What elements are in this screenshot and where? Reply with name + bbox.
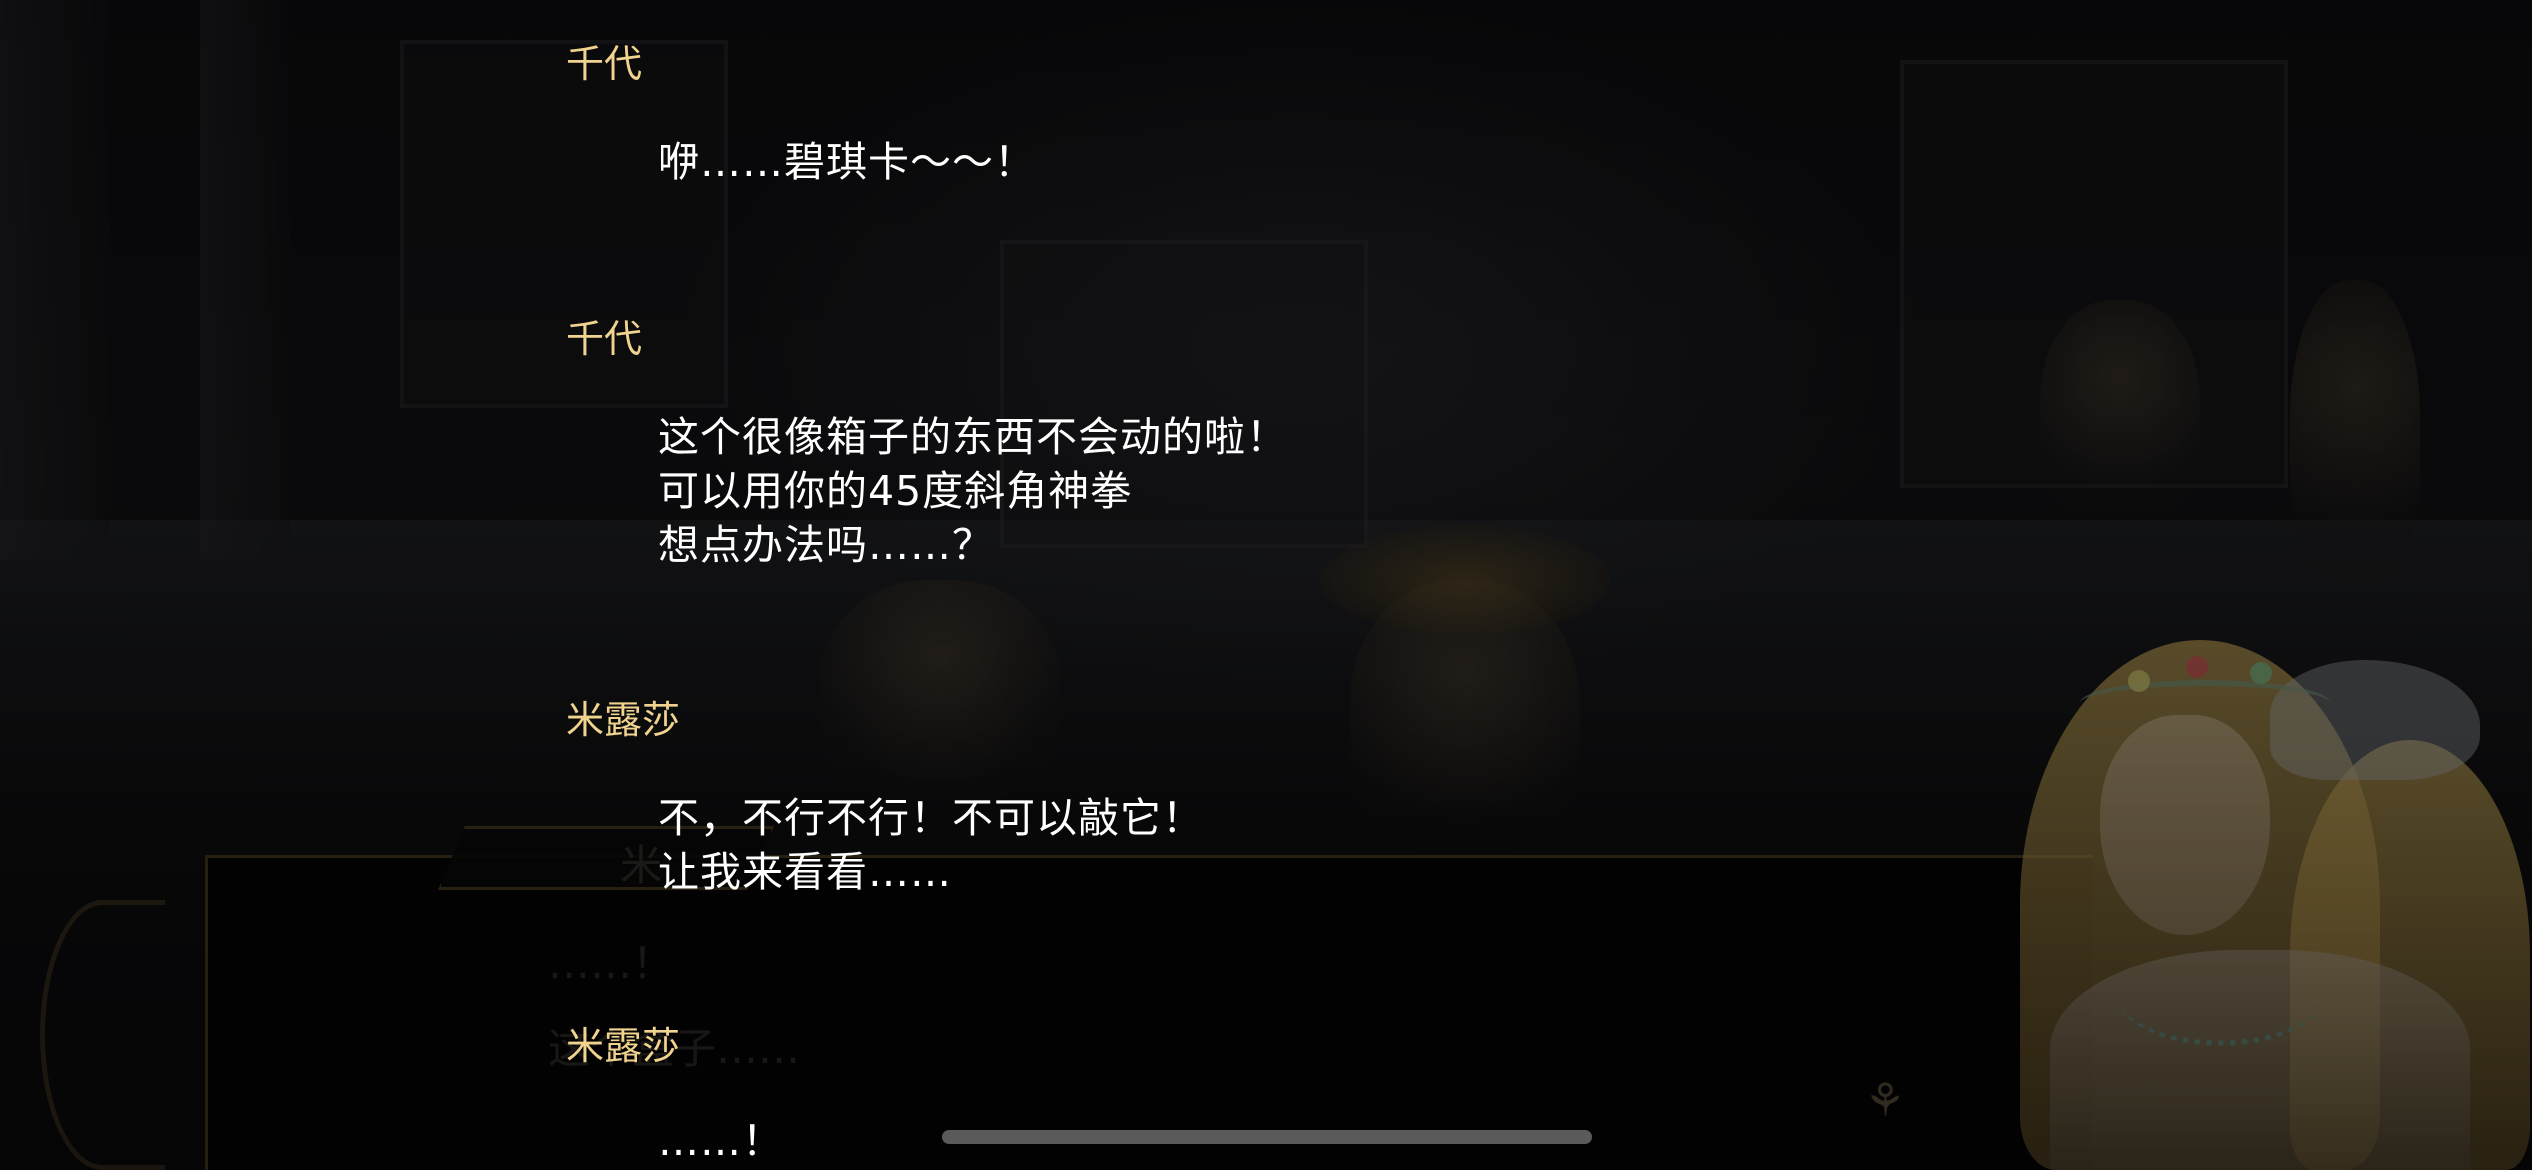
game-scene[interactable]: 米 ……！ 这个盒子…… ⚘ 千代 咿……碧琪卡～～！ 千代 这个很像箱子的东西… <box>0 0 2532 1170</box>
dialogue-text: 这个很像箱子的东西不会动的啦！ <box>658 413 1288 461</box>
dialogue-text: 想点办法吗……？ <box>658 521 994 569</box>
speaker-name: 米露莎 <box>566 1024 681 1068</box>
speaker-name: 米露莎 <box>566 698 681 742</box>
dialogue-text: 不，不行不行！不可以敲它！ <box>658 794 1204 842</box>
dialogue-text: ……！ <box>658 1117 784 1165</box>
home-indicator[interactable] <box>942 1130 1592 1144</box>
speaker-name: 千代 <box>566 42 643 86</box>
dialogue-text: 咿……碧琪卡～～！ <box>658 138 1036 186</box>
dialogue-text: 让我来看看…… <box>658 848 952 896</box>
speaker-name: 千代 <box>566 317 643 361</box>
dialogue-text: 可以用你的45度斜角神拳 <box>658 467 1133 515</box>
backlog[interactable]: 千代 咿……碧琪卡～～！ 千代 这个很像箱子的东西不会动的啦！ 可以用你的45度… <box>566 0 1766 1170</box>
